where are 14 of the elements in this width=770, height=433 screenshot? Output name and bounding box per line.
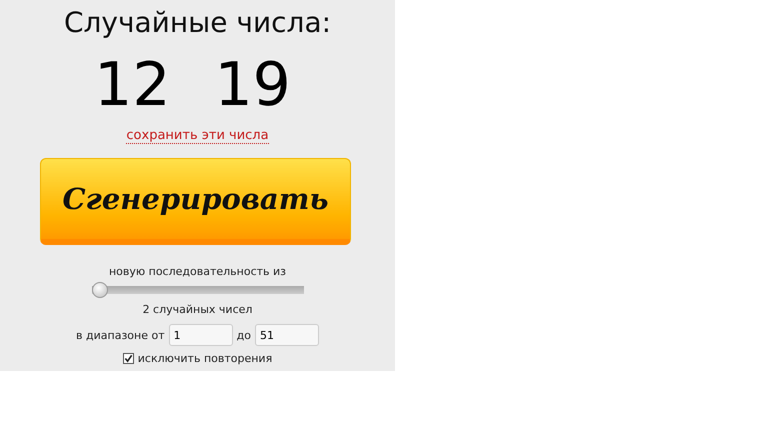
generate-button[interactable]: Сгенерировать [40,158,351,245]
range-from-label: в диапазоне от [76,328,165,342]
count-label: 2 случайных чисел [142,303,252,317]
range-to-label: до [236,328,251,342]
page-title: Случайные числа: [64,6,332,40]
checkbox-label[interactable]: исключить повторения [138,352,272,365]
checkbox[interactable] [122,353,134,364]
from-field[interactable]: 1 [168,324,233,346]
to-field[interactable]: 51 [254,324,319,346]
save-link[interactable]: сохранить эти числа [126,128,269,144]
slider-thumb[interactable] [92,282,108,298]
random-number: 12 [94,52,170,118]
random-number: 19 [214,52,291,118]
sequence-label: новую последовательность из [108,265,286,279]
